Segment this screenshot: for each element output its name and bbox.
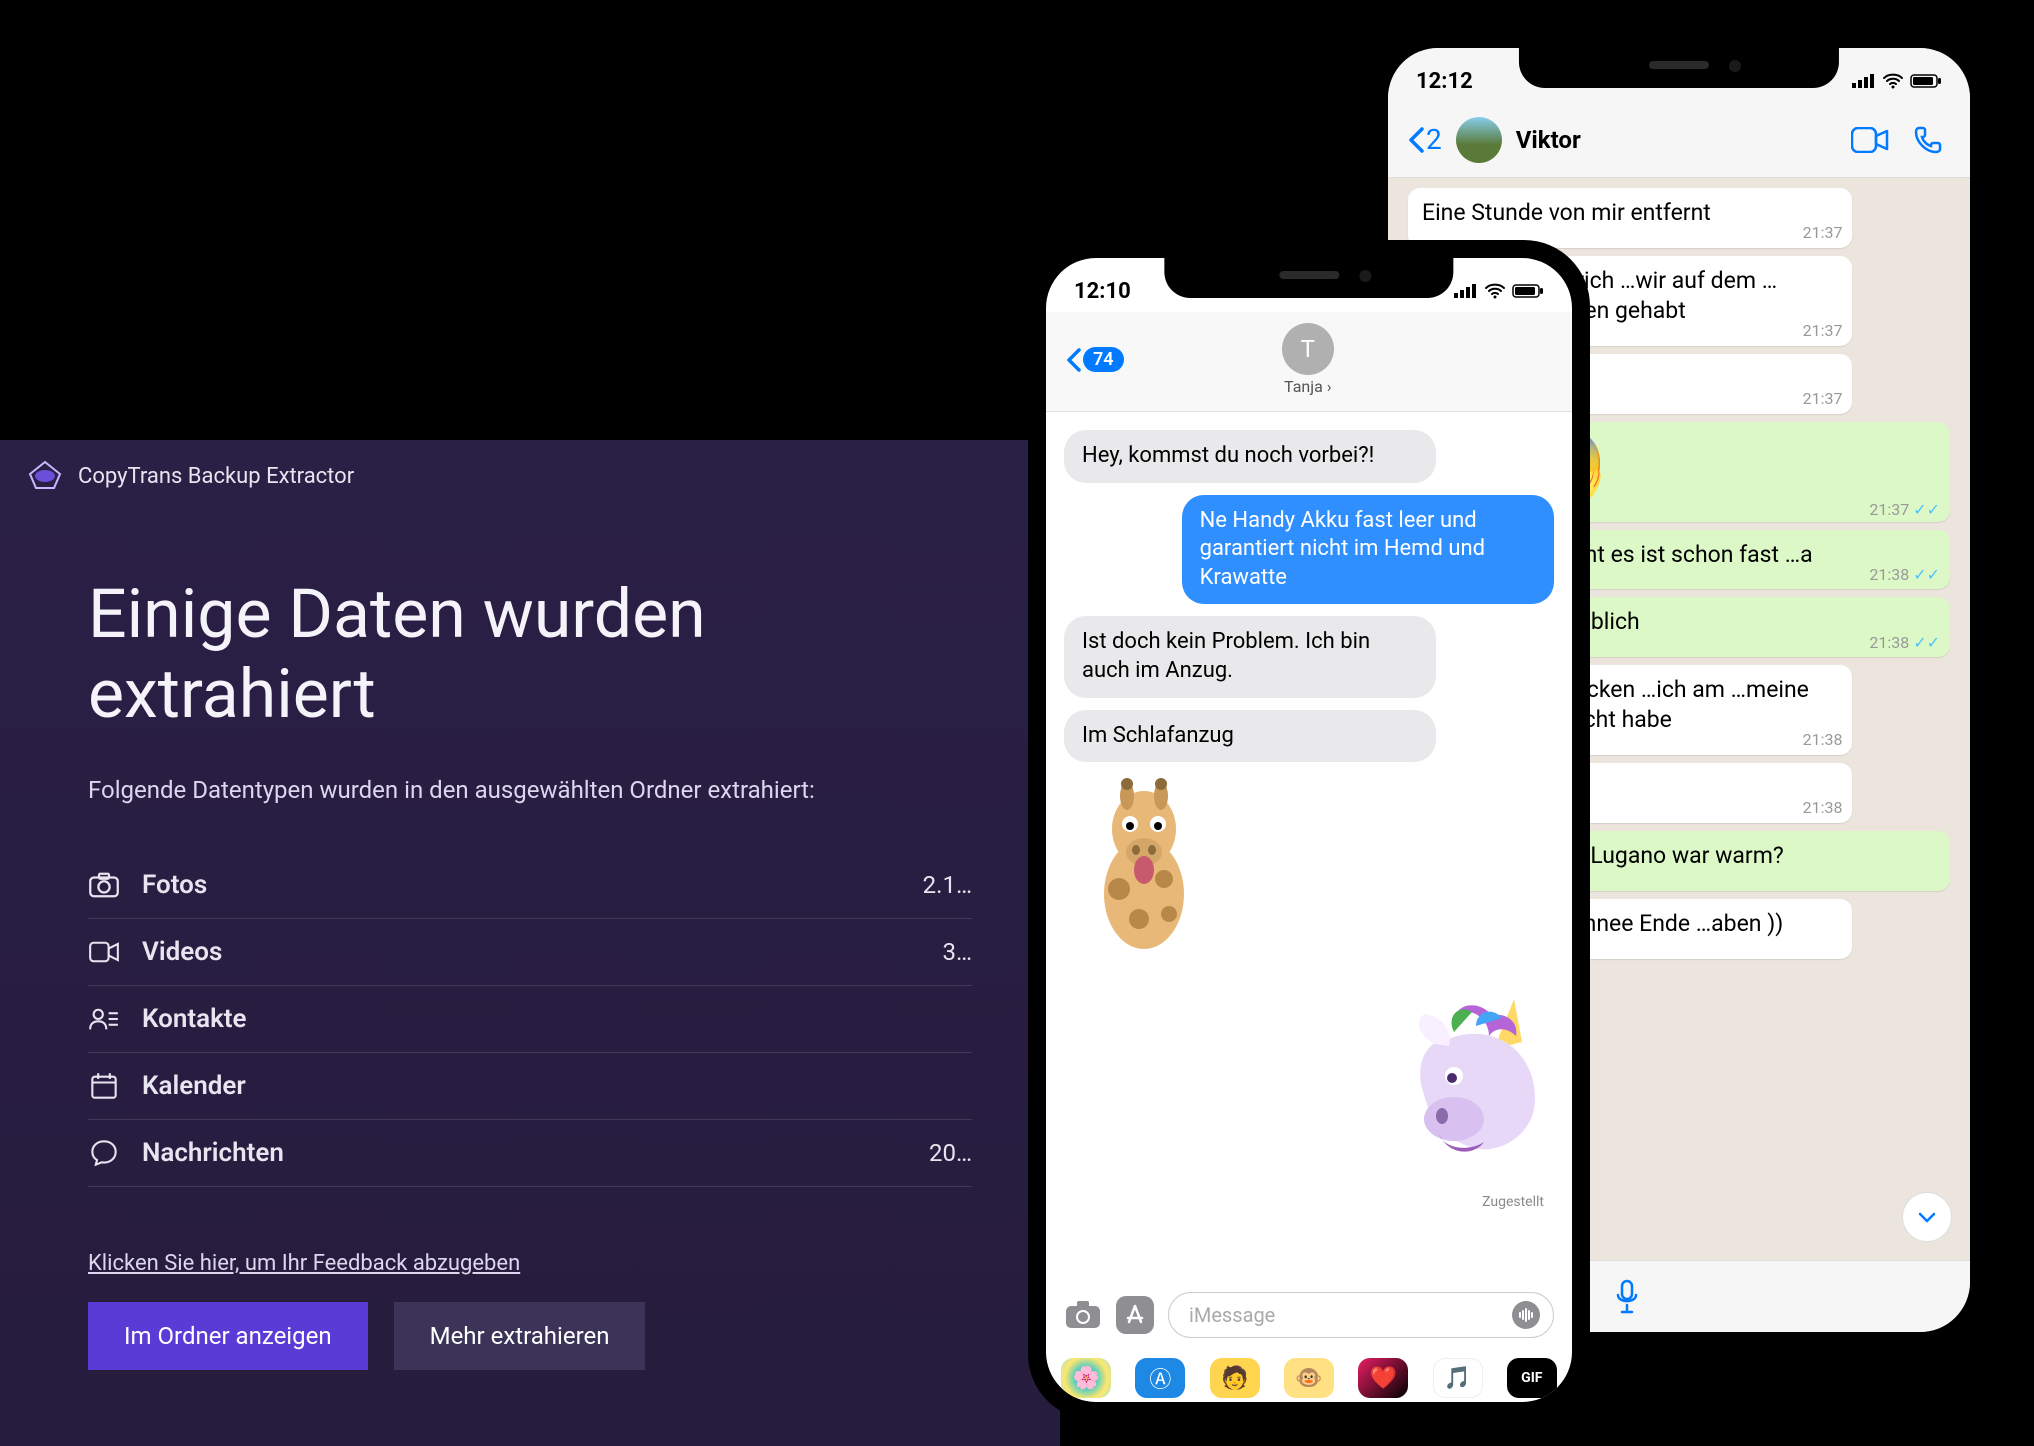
input-row: iMessage — [1046, 1282, 1572, 1348]
wifi-icon — [1484, 283, 1506, 299]
unicorn-sticker[interactable] — [1394, 984, 1554, 1184]
im-chat-body[interactable]: Hey, kommst du noch vorbei?! Ne Handy Akk… — [1046, 412, 1572, 1282]
data-count: 3… — [942, 938, 972, 966]
message-time: 21:38✓✓ — [1869, 565, 1940, 586]
message-time: 21:38 — [1803, 730, 1843, 751]
memoji-app-icon[interactable]: 🧑 — [1210, 1358, 1260, 1398]
data-row-videos[interactable]: Videos 3… — [88, 919, 972, 986]
data-label: Kalender — [142, 1071, 246, 1101]
app-titlebar: CopyTrans Backup Extractor — [24, 460, 354, 492]
app-logo-icon — [24, 460, 66, 492]
message-time: 21:38 — [1803, 798, 1843, 819]
message-bubble[interactable]: Im Schlafanzug — [1064, 710, 1436, 763]
data-label: Videos — [142, 937, 222, 967]
app-window: CopyTrans Backup Extractor Einige Daten … — [0, 440, 1060, 1446]
data-row-kontakte[interactable]: Kontakte — [88, 986, 972, 1053]
camera-button[interactable] — [1064, 1300, 1102, 1330]
read-ticks-icon: ✓✓ — [1913, 633, 1940, 652]
contact-name: Tanja › — [1124, 377, 1492, 396]
message-time: 21:37 — [1803, 321, 1843, 342]
phone-notch — [1164, 258, 1453, 298]
message-bubble[interactable]: Eine Stunde von mir entfernt21:37 — [1408, 188, 1852, 248]
calendar-icon — [88, 1072, 120, 1100]
delivered-label: Zugestellt — [1064, 1194, 1554, 1210]
scroll-down-button[interactable] — [1902, 1192, 1952, 1242]
contact-avatar[interactable] — [1456, 117, 1502, 163]
contact-avatar: T — [1282, 323, 1334, 375]
message-bubble[interactable]: Ne Handy Akku fast leer und garantiert n… — [1182, 495, 1554, 605]
contacts-icon — [88, 1005, 120, 1033]
voice-call-button[interactable] — [1906, 121, 1950, 159]
message-time: 21:37 — [1803, 389, 1843, 410]
data-row-kalender[interactable]: Kalender — [88, 1053, 972, 1120]
im-header: 74 T Tanja › — [1046, 312, 1572, 412]
phone-notch — [1519, 48, 1839, 88]
app-title: CopyTrans Backup Extractor — [78, 464, 354, 489]
data-list: Fotos 2.1… Videos 3… Kontakte Kalender N… — [88, 852, 972, 1187]
app-store-button[interactable] — [1116, 1296, 1154, 1334]
message-time: 21:37 — [1803, 223, 1843, 244]
contact-name[interactable]: Viktor — [1516, 126, 1834, 154]
back-count: 2 — [1426, 123, 1442, 156]
input-placeholder: iMessage — [1189, 1303, 1275, 1327]
message-bubble[interactable]: Hey, kommst du noch vorbei?! — [1064, 430, 1436, 483]
signal-icon — [1454, 284, 1478, 298]
wa-header: 2 Viktor — [1388, 102, 1970, 178]
read-ticks-icon: ✓✓ — [1913, 565, 1940, 584]
signal-icon — [1852, 74, 1876, 88]
battery-icon — [1512, 284, 1544, 298]
feedback-link[interactable]: Klicken Sie hier, um Ihr Feedback abzuge… — [88, 1251, 520, 1276]
video-call-button[interactable] — [1848, 121, 1892, 159]
data-label: Fotos — [142, 870, 207, 900]
mic-button[interactable] — [1614, 1279, 1640, 1315]
giraffe-sticker[interactable] — [1064, 774, 1224, 974]
data-row-nachrichten[interactable]: Nachrichten 20… — [88, 1120, 972, 1187]
status-time: 12:12 — [1416, 69, 1473, 94]
camera-icon — [88, 871, 120, 899]
data-count: 20… — [929, 1139, 972, 1167]
data-row-fotos[interactable]: Fotos 2.1… — [88, 852, 972, 919]
animoji-app-icon[interactable]: 🐵 — [1284, 1358, 1334, 1398]
appstore-app-icon[interactable]: Ⓐ — [1135, 1358, 1185, 1398]
wifi-icon — [1882, 73, 1904, 89]
message-time: 21:38✓✓ — [1869, 633, 1940, 654]
data-count: 2.1… — [923, 871, 972, 899]
phone-imessage: 12:10 74 T Tanja › Hey, kommst du noch v… — [1028, 240, 1590, 1420]
contact-header[interactable]: T Tanja › — [1124, 323, 1492, 396]
back-button[interactable]: 74 — [1066, 347, 1124, 372]
data-label: Nachrichten — [142, 1138, 284, 1168]
message-time: 21:37✓✓ — [1869, 502, 1940, 518]
app-heading: Einige Daten wurden extrahiert — [88, 574, 972, 734]
gif-app-icon[interactable]: GIF — [1507, 1358, 1557, 1398]
extract-more-button[interactable]: Mehr extrahieren — [394, 1302, 646, 1370]
voice-record-button[interactable] — [1511, 1300, 1541, 1330]
video-icon — [88, 938, 120, 966]
music-app-icon[interactable]: 🎵 — [1433, 1358, 1483, 1398]
read-ticks-icon: ✓✓ — [1913, 500, 1940, 519]
button-row: Im Ordner anzeigen Mehr extrahieren — [88, 1302, 972, 1370]
chat-icon — [88, 1139, 120, 1167]
data-label: Kontakte — [142, 1004, 247, 1034]
app-subheading: Folgende Datentypen wurden in den ausgew… — [88, 776, 972, 804]
status-time: 12:10 — [1074, 279, 1131, 304]
message-bubble[interactable]: Ist doch kein Problem. Ich bin auch im A… — [1064, 616, 1436, 697]
back-button[interactable]: 2 — [1408, 123, 1442, 156]
photos-app-icon[interactable]: 🌸 — [1061, 1358, 1111, 1398]
heart-app-icon[interactable]: ❤️ — [1358, 1358, 1408, 1398]
app-strip: 🌸 Ⓐ 🧑 🐵 ❤️ 🎵 GIF — [1046, 1348, 1572, 1402]
back-badge: 74 — [1083, 347, 1124, 372]
battery-icon — [1910, 74, 1942, 88]
open-folder-button[interactable]: Im Ordner anzeigen — [88, 1302, 368, 1370]
message-input[interactable]: iMessage — [1168, 1292, 1554, 1338]
